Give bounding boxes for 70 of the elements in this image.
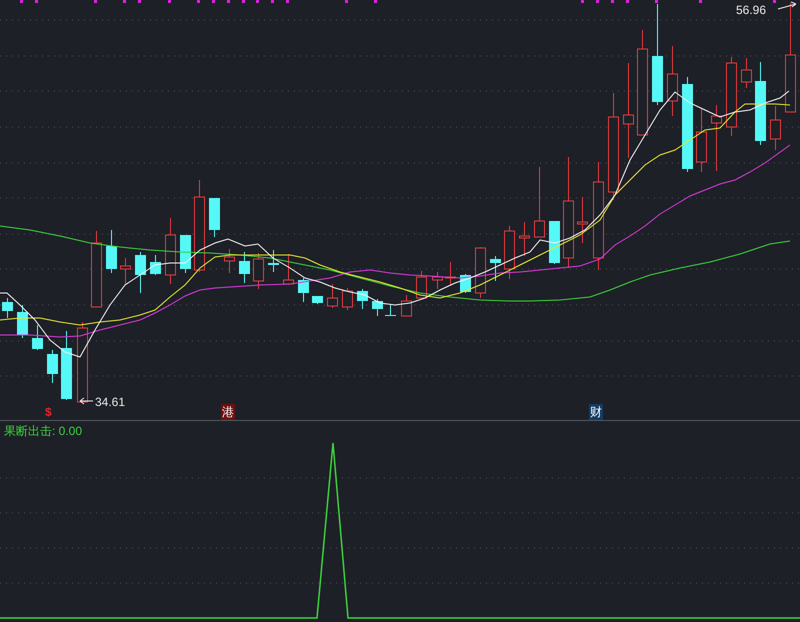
candlestick: [577, 196, 588, 244]
candlestick: [357, 288, 368, 310]
candlestick: [327, 284, 338, 308]
candlestick: [180, 234, 191, 274]
candlestick: [253, 252, 264, 290]
event-marker: 港: [221, 404, 235, 420]
candlestick: [106, 230, 117, 274]
candlestick: [475, 246, 486, 298]
signal-tick: [611, 0, 614, 3]
candlestick: [342, 288, 353, 310]
candlestick: [711, 104, 722, 172]
candlestick: [401, 294, 412, 316]
candlestick: [490, 256, 501, 282]
signal-tick: [655, 0, 658, 3]
signal-tick: [581, 0, 584, 3]
candlestick: [416, 270, 427, 298]
signal-tick: [35, 0, 38, 3]
candlestick: [312, 296, 323, 304]
signal-tick: [596, 0, 599, 3]
signal-tick: [256, 0, 259, 3]
candlestick: [770, 106, 781, 150]
pointer-arrow: [80, 398, 94, 404]
candlestick: [239, 252, 250, 284]
event-marker: 财: [589, 404, 603, 420]
signal-tick: [94, 0, 97, 3]
candlestick: [534, 166, 545, 238]
signal-tick: [626, 0, 629, 3]
candlestick: [298, 278, 309, 302]
candlestick: [504, 226, 515, 280]
candlestick: [61, 330, 72, 400]
signal-tick: [20, 0, 23, 3]
signal-tick: [345, 0, 348, 3]
candlestick: [150, 254, 161, 276]
candlestick: [17, 304, 28, 338]
candlestick: [165, 218, 176, 284]
candlestick: [268, 250, 279, 272]
candlestick: [135, 252, 146, 294]
candlestick: [445, 262, 456, 286]
signal-tick: [773, 0, 776, 3]
signal-tick: [197, 0, 200, 3]
signal-tick: [271, 0, 274, 3]
candlestick: [32, 324, 43, 350]
candlestick: [47, 350, 58, 384]
signal-tick: [699, 0, 702, 3]
signal-tick: [138, 0, 141, 3]
candlestick: [209, 198, 220, 238]
candlestick: [432, 272, 443, 290]
high-price-label: 56.96: [736, 2, 766, 18]
signal-tick: [242, 0, 245, 3]
candlestick: [385, 304, 396, 316]
signal-tick: [286, 0, 289, 3]
candlestick: [283, 254, 294, 286]
candlestick: [2, 298, 13, 318]
indicator-label: 果断出击: 0.00: [4, 423, 82, 439]
signal-tick: [212, 0, 215, 3]
candlestick: [224, 248, 235, 274]
candlestick: [741, 58, 752, 88]
candlestick: [372, 298, 383, 316]
candlestick: [120, 258, 131, 284]
signal-tick: [227, 0, 230, 3]
candlestick: [667, 46, 678, 116]
signal-tick: [123, 0, 126, 3]
signal-tick: [168, 0, 171, 3]
dollar-marker: $: [44, 404, 53, 420]
pointer-arrow: [778, 2, 796, 10]
signal-tick: [374, 0, 377, 3]
candlestick: [549, 220, 560, 264]
candlestick: [519, 222, 530, 256]
low-price-label: 34.61: [95, 394, 126, 410]
candlestick: [696, 108, 707, 172]
